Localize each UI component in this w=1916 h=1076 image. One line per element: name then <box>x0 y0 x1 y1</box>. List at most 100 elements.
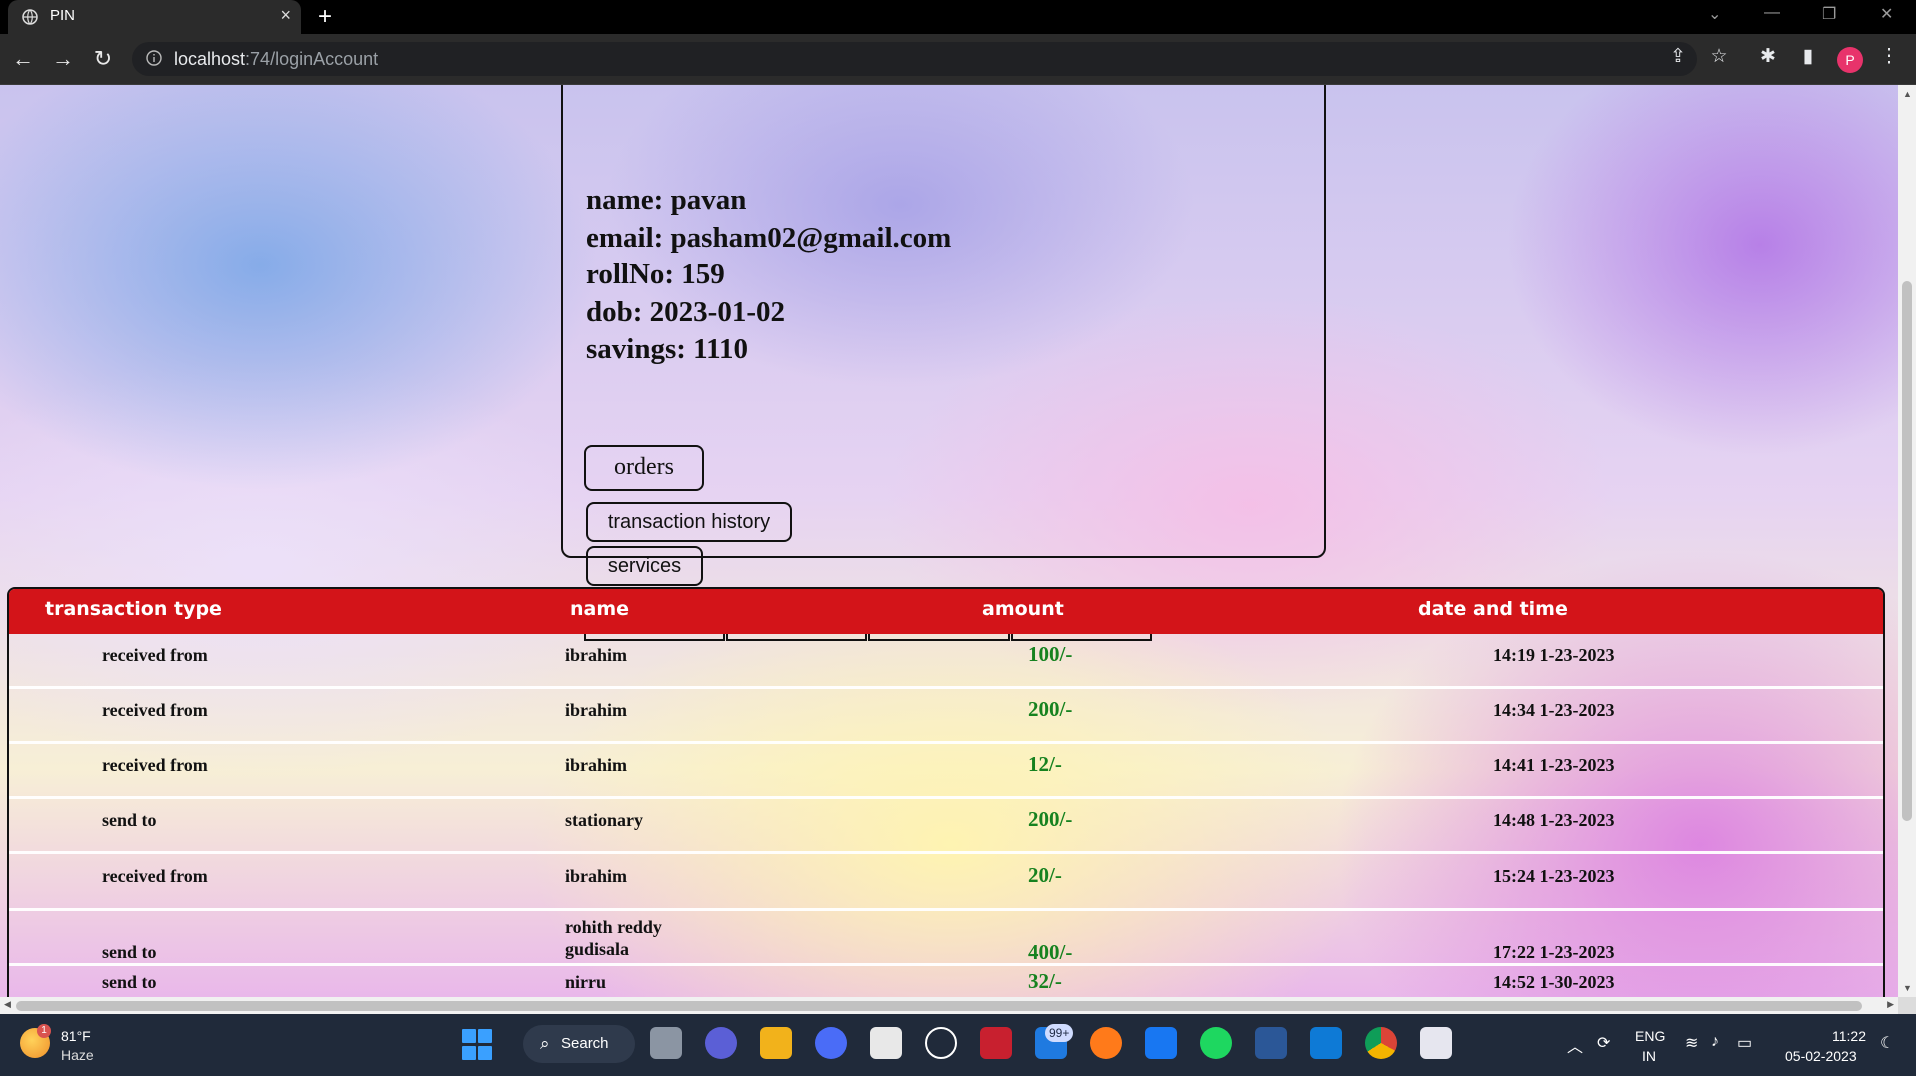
mcafee-shield-icon[interactable] <box>980 1027 1012 1059</box>
orders-button[interactable]: orders <box>584 445 704 491</box>
cell-name: ibrahim <box>565 755 628 775</box>
clock-time[interactable]: 11:22 <box>1832 1028 1866 1044</box>
scrollbar-corner <box>1898 997 1916 1014</box>
close-window-button[interactable]: ✕ <box>1880 4 1893 24</box>
microsoft-store-icon[interactable] <box>870 1027 902 1059</box>
profile-avatar[interactable]: P <box>1837 47 1863 73</box>
minimize-button[interactable]: — <box>1764 4 1780 22</box>
cell-type: received from <box>102 755 208 775</box>
forward-arrow-icon[interactable]: → <box>50 46 76 72</box>
tab-search-icon[interactable]: ⌄ <box>1708 4 1721 24</box>
side-panel-icon[interactable]: ▮ <box>1795 44 1821 70</box>
chevron-up-icon[interactable]: ︿ <box>1567 1033 1583 1057</box>
cell-type: received from <box>102 700 208 720</box>
vertical-scrollbar[interactable]: ▲ ▼ <box>1898 85 1916 997</box>
account-name: name: pavan <box>586 184 747 216</box>
column-header-datetime: date and time <box>1418 598 1568 620</box>
copilot-icon[interactable] <box>815 1027 847 1059</box>
firefox-icon[interactable] <box>1090 1027 1122 1059</box>
input-region[interactable]: IN <box>1642 1048 1656 1064</box>
url-text: localhost:74/loginAccount <box>174 49 378 70</box>
globe-icon <box>22 9 38 25</box>
browser-titlebar: PIN × + ⌄ — ❐ ✕ <box>0 0 1916 34</box>
task-view-icon[interactable] <box>650 1027 682 1059</box>
cell-amount: 100/- <box>1028 642 1073 666</box>
table-header: transaction type name amount date and ti… <box>9 589 1883 634</box>
horizontal-scroll-thumb[interactable] <box>16 1001 1862 1011</box>
cell-datetime: 15:24 1-23-2023 <box>1493 866 1615 886</box>
volume-icon[interactable]: ♪ <box>1711 1033 1719 1051</box>
weather-condition[interactable]: Haze <box>61 1047 94 1063</box>
cell-name: ibrahim <box>565 700 628 720</box>
mail-count-badge: 99+ <box>1045 1024 1074 1042</box>
restore-button[interactable]: ❐ <box>1822 4 1836 24</box>
weather-temperature[interactable]: 81°F <box>61 1028 91 1044</box>
cell-name: stationary <box>565 810 643 830</box>
vertical-scroll-thumb[interactable] <box>1902 281 1912 821</box>
cell-datetime: 14:19 1-23-2023 <box>1493 645 1615 665</box>
transaction-history-button[interactable]: transaction history <box>586 502 792 542</box>
wifi-icon[interactable]: ≋ <box>1685 1033 1698 1053</box>
taskbar-search[interactable]: ⌕ Search <box>523 1025 635 1063</box>
account-card: name: pavan email: pasham02@gmail.com ro… <box>561 85 1326 641</box>
chrome-icon[interactable] <box>1365 1027 1397 1059</box>
scroll-down-arrow-icon[interactable]: ▼ <box>1903 983 1912 993</box>
table-row: received from ibrahim 20/- 15:24 1-23-20… <box>9 854 1883 911</box>
back-arrow-icon[interactable]: ← <box>10 46 36 72</box>
file-explorer-icon[interactable] <box>760 1027 792 1059</box>
table-row: send to rohith reddy gudisala 400/- 17:2… <box>9 911 1883 966</box>
horizontal-scrollbar[interactable]: ◀ ▶ <box>0 997 1898 1014</box>
account-dob: dob: 2023-01-02 <box>586 296 785 328</box>
spotify-icon[interactable] <box>1200 1027 1232 1059</box>
scroll-up-arrow-icon[interactable]: ▲ <box>1903 89 1912 99</box>
snipping-tool-icon[interactable] <box>1420 1027 1452 1059</box>
account-roll-number: rollNo: 159 <box>586 258 725 290</box>
tab-close-button[interactable]: × <box>280 5 291 26</box>
cell-datetime: 14:41 1-23-2023 <box>1493 755 1615 775</box>
menu-kebab-icon[interactable]: ⋮ <box>1876 44 1902 70</box>
notification-moon-icon[interactable]: ☾ <box>1880 1033 1894 1053</box>
account-email: email: pasham02@gmail.com <box>586 222 952 254</box>
new-tab-button[interactable]: + <box>318 3 332 31</box>
cell-amount: 20/- <box>1028 863 1062 887</box>
share-icon[interactable]: ⇪ <box>1665 44 1691 70</box>
clock-date[interactable]: 05-02-2023 <box>1785 1048 1857 1064</box>
services-button[interactable]: services <box>586 546 703 586</box>
weather-alert-badge: 1 <box>37 1024 51 1038</box>
url-host: localhost <box>174 49 246 69</box>
cell-amount: 400/- <box>1028 940 1073 964</box>
transaction-table: transaction type name amount date and ti… <box>7 587 1885 997</box>
sync-icon[interactable]: ⟳ <box>1597 1033 1610 1053</box>
scroll-left-arrow-icon[interactable]: ◀ <box>4 999 11 1010</box>
table-row: received from ibrahim 100/- 14:19 1-23-2… <box>9 634 1883 689</box>
teams-chat-icon[interactable] <box>705 1027 737 1059</box>
word-icon[interactable] <box>1255 1027 1287 1059</box>
cell-amount: 200/- <box>1028 807 1073 831</box>
windows-start-icon[interactable] <box>462 1029 494 1061</box>
page-viewport: name: pavan email: pasham02@gmail.com ro… <box>0 85 1898 997</box>
scroll-right-arrow-icon[interactable]: ▶ <box>1887 999 1894 1010</box>
bookmark-star-icon[interactable]: ☆ <box>1706 44 1732 70</box>
table-row: received from ibrahim 200/- 14:34 1-23-2… <box>9 689 1883 744</box>
facebook-icon[interactable] <box>1145 1027 1177 1059</box>
extensions-puzzle-icon[interactable]: ✱ <box>1755 44 1781 70</box>
dell-icon[interactable] <box>925 1027 957 1059</box>
table-row: received from ibrahim 12/- 14:41 1-23-20… <box>9 744 1883 799</box>
column-header-type: transaction type <box>45 598 222 620</box>
input-language[interactable]: ENG <box>1635 1028 1665 1044</box>
info-icon[interactable] <box>146 50 162 66</box>
reload-icon[interactable]: ↻ <box>90 46 116 72</box>
battery-icon[interactable]: ▭ <box>1737 1033 1752 1053</box>
cell-type: send to <box>102 972 157 992</box>
browser-tab[interactable]: PIN × <box>8 0 301 34</box>
table-row: send to nirru 32/- 14:52 1-30-2023 <box>9 966 1883 997</box>
cell-name: nirru <box>565 972 607 992</box>
windows-taskbar: 1 81°F Haze ⌕ Search 99+ ︿ ⟳ ENG IN ≋ ♪ … <box>0 1014 1916 1076</box>
cell-datetime: 14:34 1-23-2023 <box>1493 700 1615 720</box>
vscode-icon[interactable] <box>1310 1027 1342 1059</box>
search-label: Search <box>561 1035 609 1052</box>
cell-type: send to <box>102 810 157 830</box>
cell-name-line1: rohith reddy <box>565 917 662 937</box>
address-bar[interactable]: localhost:74/loginAccount <box>132 42 1697 76</box>
cell-amount: 12/- <box>1028 752 1062 776</box>
